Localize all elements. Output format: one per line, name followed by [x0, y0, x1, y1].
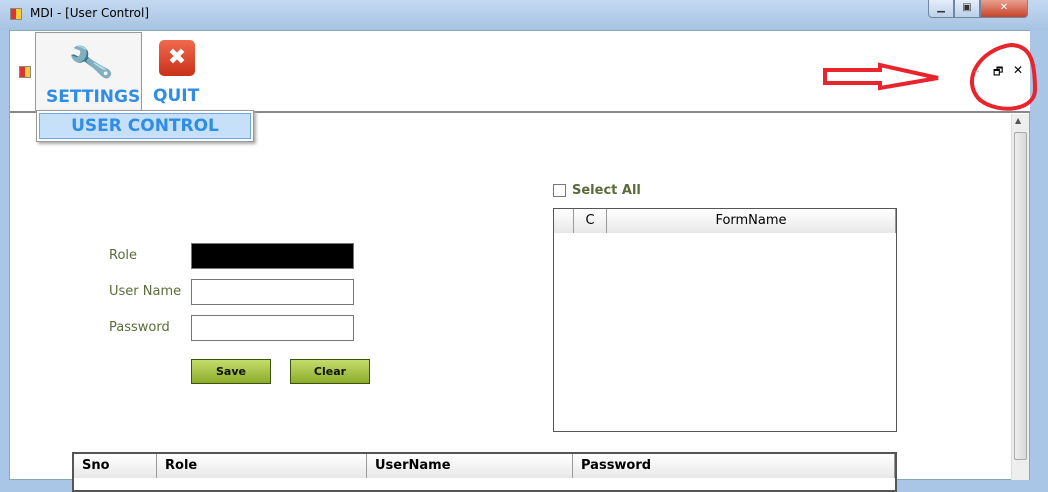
column-password[interactable]: Password [573, 454, 895, 478]
column-username[interactable]: UserName [367, 454, 573, 478]
password-input[interactable] [191, 315, 354, 341]
column-role[interactable]: Role [157, 454, 367, 478]
circle-annotation [969, 43, 1038, 111]
forms-grid[interactable]: C FormName [553, 208, 897, 432]
vertical-scrollbar[interactable]: ▲ [1011, 114, 1029, 480]
username-input[interactable] [191, 279, 354, 305]
mdi-close-button[interactable]: ✕ [1013, 63, 1023, 77]
title-bar: MDI - [User Control] ▁ ▣ ✕ [0, 0, 1048, 30]
maximize-button[interactable]: ▣ [954, 0, 980, 18]
scroll-up-arrow[interactable]: ▲ [1015, 116, 1021, 125]
settings-label: SETTINGS [46, 87, 141, 107]
close-button[interactable]: ✕ [980, 0, 1028, 18]
row-header [554, 209, 574, 233]
username-label: User Name [109, 284, 182, 299]
minimize-button[interactable]: ▁ [928, 0, 954, 18]
settings-dropdown: USER CONTROL [36, 110, 254, 142]
scroll-thumb[interactable] [1014, 132, 1027, 460]
child-icon [19, 66, 31, 78]
red-annotation [823, 43, 1038, 111]
arrow-annotation [823, 62, 939, 91]
column-formname[interactable]: FormName [607, 209, 896, 233]
wrench-icon: 🔧 [66, 39, 116, 87]
users-grid[interactable]: Sno Role UserName Password [72, 452, 897, 492]
window-title: MDI - [User Control] [30, 6, 149, 20]
close-x-icon: ✖ [159, 40, 195, 76]
app-icon [10, 8, 22, 20]
menu-quit[interactable]: ✖ QUIT [143, 32, 213, 112]
mdi-minimize-button[interactable]: _ [974, 62, 979, 73]
role-label: Role [109, 248, 138, 263]
role-select[interactable] [191, 243, 354, 269]
select-all-checkbox[interactable] [553, 184, 566, 197]
menu-item-user-control[interactable]: USER CONTROL [39, 113, 251, 139]
quit-label: QUIT [153, 86, 200, 106]
mdi-restore-button[interactable]: 🗗 [993, 63, 1003, 82]
column-c[interactable]: C [574, 209, 607, 233]
save-button[interactable]: Save [191, 359, 271, 384]
menu-settings[interactable]: 🔧 SETTINGS [35, 32, 142, 112]
column-sno[interactable]: Sno [74, 454, 157, 478]
select-all-label: Select All [572, 183, 641, 198]
password-label: Password [109, 320, 170, 335]
clear-button[interactable]: Clear [290, 359, 370, 384]
